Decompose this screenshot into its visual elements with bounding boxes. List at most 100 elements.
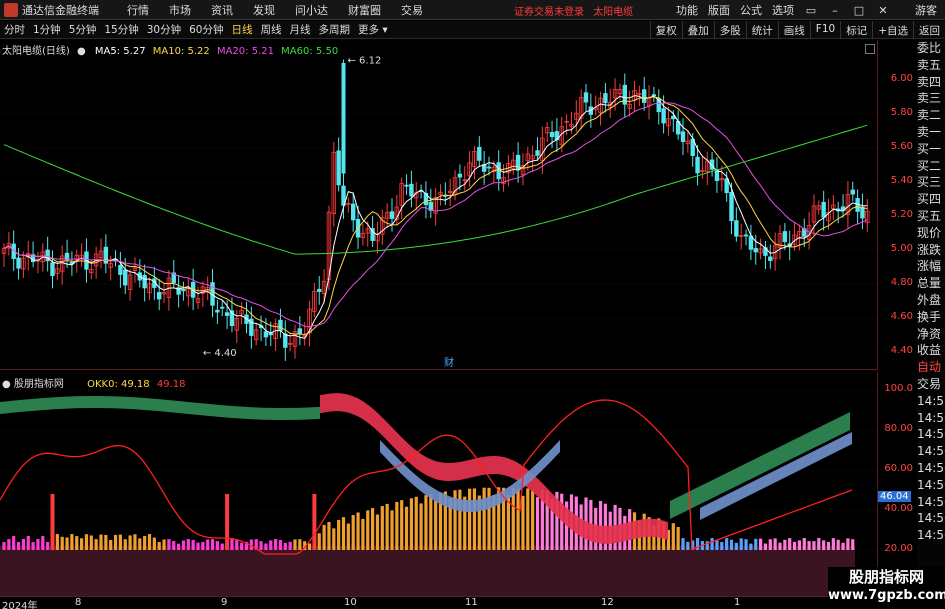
tool-f10[interactable]: F10 [809,21,840,39]
indicator-chart[interactable]: ● 股朋指标网 OKK0: 49.18 49.18 [0,372,877,596]
side-item[interactable]: 买三 [917,174,945,191]
histogram-bar [424,495,428,550]
candle-down [743,234,749,237]
tool-multi-stock[interactable]: 多股 [713,21,746,39]
tool-overlay[interactable]: 叠加 [681,21,714,39]
candle-down [409,183,414,197]
side-item[interactable]: 涨幅 [917,258,945,275]
tool-mark[interactable]: 标记 [840,21,872,39]
side-item[interactable]: 卖四 [917,74,945,91]
side-item[interactable]: 买一 [917,141,945,158]
settings-dot-icon[interactable]: ● [2,379,11,390]
menu-discover[interactable]: 发现 [253,2,275,18]
tab-more[interactable]: 更多 ▾ [354,22,392,37]
side-item[interactable]: 14:56 [917,477,945,494]
menu-options[interactable]: 选项 [772,2,794,18]
histogram-bar [41,536,45,550]
side-item[interactable]: 14:56 [917,426,945,443]
side-item[interactable]: 卖五 [917,57,945,74]
tab-60min[interactable]: 60分钟 [185,22,227,37]
candle-down [317,288,322,292]
tool-adjust[interactable]: 复权 [649,21,682,39]
side-item[interactable]: 14:56 [917,510,945,527]
tool-add-watchlist[interactable]: +自选 [872,21,913,39]
settings-dot-icon[interactable]: ● [77,46,86,57]
minimize-icon[interactable]: – [828,4,842,17]
side-item[interactable]: 卖二 [917,107,945,124]
menu-layout[interactable]: 版面 [708,2,730,18]
histogram-bar [230,539,234,550]
menu-function[interactable]: 功能 [676,2,698,18]
tab-1min[interactable]: 1分钟 [29,22,65,37]
side-item[interactable]: 现价 [917,225,945,242]
tool-stats[interactable]: 统计 [745,21,778,39]
side-item[interactable]: 涨跌 [917,242,945,259]
side-item[interactable]: 收益 [917,342,945,359]
side-item[interactable]: 买五 [917,208,945,225]
maximize-icon[interactable]: □ [852,4,866,17]
side-item[interactable]: 14:56 [917,460,945,477]
side-item[interactable]: 14:56 [917,410,945,427]
close-icon[interactable]: ✕ [876,4,890,17]
side-item[interactable]: 14:55 [917,393,945,410]
side-item[interactable]: 卖一 [917,124,945,141]
menu-trade[interactable]: 交易 [401,2,423,18]
guest-account[interactable]: 游客 [915,2,937,18]
menu-ask[interactable]: 问小达 [295,2,328,18]
histogram-bar [113,534,118,550]
low-price-label: ← 4.40 [203,348,237,359]
indicator-tick: 80.00 [884,423,913,434]
candle-down [549,132,555,138]
side-item[interactable]: 自动 [917,359,945,376]
green-ribbon [670,411,850,519]
side-item[interactable]: 换手 [917,309,945,326]
ma-legend: 太阳电缆(日线) ● MA5: 5.27 MA10: 5.22 MA20: 5.… [2,42,338,57]
tab-daily[interactable]: 日线 [228,22,257,37]
menu-wealth[interactable]: 财富圈 [348,2,381,18]
side-item[interactable]: 净资 [917,326,945,343]
side-item[interactable]: 交易 [917,376,945,393]
side-item[interactable]: 14:56 [917,443,945,460]
side-item[interactable]: 总量 [917,275,945,292]
histogram-bar [681,538,685,550]
histogram-bar [375,514,380,550]
histogram-bar [788,538,792,550]
tab-multi-period[interactable]: 多周期 [315,22,355,37]
side-item[interactable]: 14:56 [917,494,945,511]
side-item[interactable]: 委比 [917,40,945,57]
tab-15min[interactable]: 15分钟 [100,22,142,37]
menu-formula[interactable]: 公式 [740,2,762,18]
kline-chart[interactable]: ← 6.12 ← 4.40 财 太阳电缆(日线) ● MA5: 5.27 MA10:… [0,40,877,370]
histogram-bar [89,535,93,550]
window-menu-icon[interactable]: ▭ [804,4,818,17]
top-right-menu: 功能 版面 公式 选项 ▭ – □ ✕ 游客 [671,0,945,20]
ma60-value: MA60: 5.50 [281,46,339,57]
tab-weekly[interactable]: 周线 [257,22,286,37]
login-status[interactable]: 证券交易未登录 太阳电缆 [514,3,633,18]
tab-timeshare[interactable]: 分时 [0,22,29,37]
tool-draw[interactable]: 画线 [777,21,810,39]
histogram-bar [60,536,64,550]
candle-down [389,211,395,219]
candle-down [283,333,288,348]
menu-quotes[interactable]: 行情 [127,2,149,18]
collapse-icon[interactable] [865,44,875,54]
tab-monthly[interactable]: 月线 [286,22,315,37]
price-tick: 5.20 [890,209,913,220]
candle-down [278,319,283,331]
histogram-bar [143,536,147,550]
histogram-bar [210,539,215,550]
histogram-bar [94,539,98,550]
tab-5min[interactable]: 5分钟 [65,22,101,37]
tool-back[interactable]: 返回 [913,21,945,39]
side-item[interactable]: 买二 [917,158,945,175]
side-item[interactable]: 买四 [917,191,945,208]
tab-30min[interactable]: 30分钟 [143,22,185,37]
menu-market[interactable]: 市场 [169,2,191,18]
side-item[interactable]: 外盘 [917,292,945,309]
histogram-bar [147,534,152,550]
side-item[interactable]: 14:56 [917,527,945,544]
side-item[interactable]: 卖三 [917,90,945,107]
menu-news[interactable]: 资讯 [211,2,233,18]
candle-down [477,146,482,161]
